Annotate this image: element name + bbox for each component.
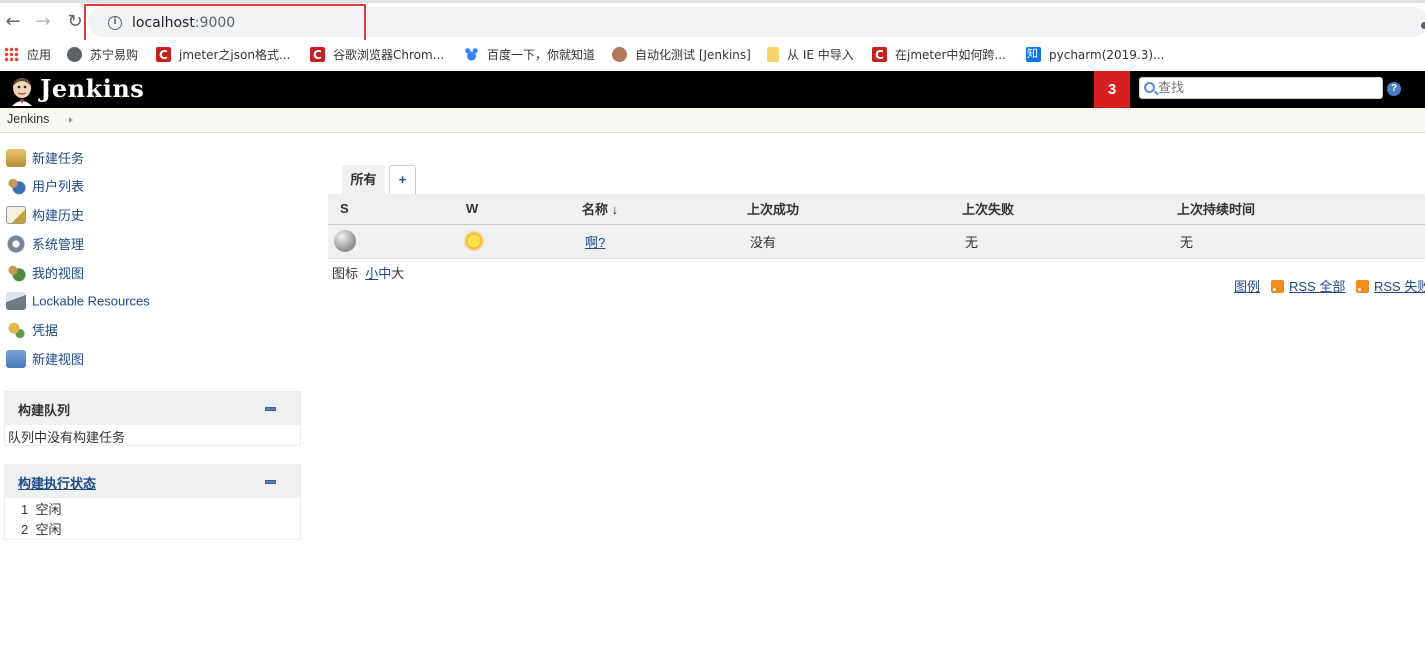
build-queue-title: 构建队列 xyxy=(18,403,71,418)
col-last-failure[interactable]: 上次失败 xyxy=(962,194,1177,225)
lock-resources-icon xyxy=(6,292,26,310)
bookmark-pycharm[interactable]: pycharm(2019.3)... xyxy=(1026,45,1164,64)
reload-icon[interactable]: ↻ xyxy=(65,12,85,32)
executor-row: 2 空闲 xyxy=(21,522,62,537)
new-item-icon xyxy=(6,148,26,167)
executor-row: 1 空闲 xyxy=(21,502,62,517)
bookmark-baidu[interactable]: 百度一下，你就知道 xyxy=(464,46,595,64)
collapse-icon[interactable] xyxy=(265,407,276,411)
menu-dot-icon[interactable] xyxy=(1421,22,1425,29)
tab-all[interactable]: 所有 xyxy=(342,165,385,194)
search-box[interactable] xyxy=(1139,77,1383,99)
breadcrumb-arrow-icon[interactable] xyxy=(69,117,73,123)
col-weather[interactable]: W xyxy=(458,194,582,225)
task-manage[interactable]: 系统管理 xyxy=(6,234,84,254)
sort-arrow-icon: ↓ xyxy=(611,202,619,218)
help-icon[interactable]: ? xyxy=(1387,82,1401,96)
csdn-icon xyxy=(310,46,325,64)
last-success-cell: 没有 xyxy=(747,224,962,259)
legend-link[interactable]: 图例 xyxy=(1234,276,1260,295)
bookmark-ie-import[interactable]: 从 IE 中导入 xyxy=(767,46,854,64)
info-icon[interactable]: i xyxy=(108,16,122,30)
csdn-icon xyxy=(156,46,171,64)
last-failure-cell: 无 xyxy=(962,224,1177,259)
icon-size-large[interactable]: 大 xyxy=(391,266,404,281)
jenkins-header: Jenkins 3 xyxy=(0,71,1425,108)
task-lockable-resources[interactable]: Lockable Resources xyxy=(6,292,150,312)
back-icon[interactable]: ← xyxy=(3,12,23,32)
executors-header: 构建执行状态 xyxy=(5,465,300,498)
folder-icon xyxy=(767,47,779,62)
icon-size-medium[interactable]: 中 xyxy=(378,266,391,281)
gear-icon xyxy=(6,234,26,253)
weather-cell xyxy=(458,224,582,259)
url-text[interactable]: localhost:9000 xyxy=(132,15,235,31)
user-view-icon xyxy=(6,263,26,282)
task-new-item[interactable]: 新建任务 xyxy=(6,148,84,168)
col-last-success[interactable]: 上次成功 xyxy=(747,194,962,225)
icon-size-selector: 图标 小中大 xyxy=(332,263,404,282)
col-last-duration[interactable]: 上次持续时间 xyxy=(1177,194,1425,225)
executors-title[interactable]: 构建执行状态 xyxy=(18,473,96,492)
sunny-icon[interactable] xyxy=(463,230,485,252)
jenkins-icon xyxy=(612,47,627,62)
icon-size-label: 图标 xyxy=(332,266,359,281)
forward-icon[interactable]: → xyxy=(33,12,53,32)
icon-size-small[interactable]: 小 xyxy=(365,266,378,281)
bookmarks-bar: 应用 苏宁易购 jmeter之json格式... 谷歌浏览器Chrom... 百… xyxy=(0,40,1425,70)
breadcrumb-bar: Jenkins xyxy=(0,108,1425,133)
people-icon xyxy=(6,176,26,195)
col-name[interactable]: 名称 ↓ xyxy=(582,194,747,225)
col-status[interactable]: S xyxy=(328,194,458,225)
rss-icon xyxy=(1271,280,1284,293)
task-build-history[interactable]: 构建历史 xyxy=(6,205,84,225)
credentials-icon xyxy=(6,320,26,339)
search-icon xyxy=(1144,82,1155,93)
bookmark-jmeter-cross[interactable]: 在jmeter中如何跨... xyxy=(872,46,1006,64)
jenkins-title[interactable]: Jenkins xyxy=(40,74,144,103)
job-link[interactable]: 啊? xyxy=(585,235,605,250)
rss-all-link[interactable]: RSS 全部 xyxy=(1271,276,1345,295)
alert-badge[interactable]: 3 xyxy=(1094,71,1130,108)
task-new-view[interactable]: 新建视图 xyxy=(6,349,84,369)
rss-failed-link[interactable]: RSS 失败 xyxy=(1356,276,1425,295)
bookmark-chrome[interactable]: 谷歌浏览器Chrom... xyxy=(310,46,444,64)
globe-icon xyxy=(67,47,82,62)
collapse-icon[interactable] xyxy=(265,480,276,484)
folder-icon xyxy=(6,349,26,368)
browser-toolbar: ← → ↻ i localhost:9000 xyxy=(0,0,1425,43)
table-header-row: S W 名称 ↓ 上次成功 上次失败 上次持续时间 xyxy=(328,194,1425,225)
status-cell xyxy=(328,224,458,259)
task-people[interactable]: 用户列表 xyxy=(6,176,84,196)
executors-pane: 构建执行状态 1 空闲 2 空闲 xyxy=(4,464,301,540)
status-ball-icon[interactable] xyxy=(334,230,356,252)
table-row: 啊? 没有 无 无 xyxy=(328,224,1425,259)
breadcrumb[interactable]: Jenkins xyxy=(7,112,49,126)
bookmark-jenkins[interactable]: 自动化测试 [Jenkins] xyxy=(612,46,751,64)
jobs-table: S W 名称 ↓ 上次成功 上次失败 上次持续时间 啊? 没有 无 无 xyxy=(328,194,1425,259)
apps-icon xyxy=(4,47,19,62)
build-queue-empty: 队列中没有构建任务 xyxy=(8,430,126,445)
build-queue-header: 构建队列 xyxy=(5,392,300,425)
notepad-icon xyxy=(6,205,26,224)
baidu-icon xyxy=(464,47,479,62)
task-my-views[interactable]: 我的视图 xyxy=(6,263,84,283)
task-credentials[interactable]: 凭据 xyxy=(6,320,58,340)
name-cell: 啊? xyxy=(582,224,747,259)
jenkins-logo-icon[interactable] xyxy=(8,76,36,106)
bookmark-suning[interactable]: 苏宁易购 xyxy=(67,46,138,64)
add-view-tab[interactable]: + xyxy=(389,165,416,194)
bookmark-jmeter-json[interactable]: jmeter之json格式... xyxy=(156,46,290,64)
bookmark-apps[interactable]: 应用 xyxy=(4,46,51,64)
zhihu-icon xyxy=(1026,45,1041,63)
rss-icon xyxy=(1356,280,1369,293)
search-input[interactable] xyxy=(1158,80,1378,97)
build-queue-pane: 构建队列 队列中没有构建任务 xyxy=(4,391,301,446)
last-duration-cell: 无 xyxy=(1177,224,1425,259)
csdn-icon xyxy=(872,46,887,64)
